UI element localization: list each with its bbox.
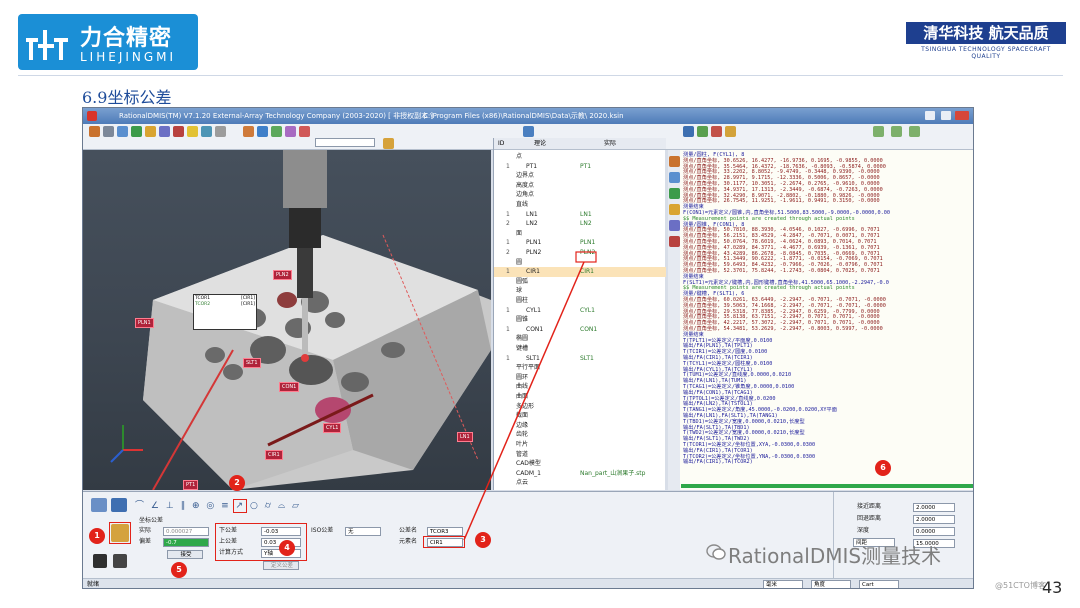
wechat-icon [706,544,726,560]
annotation-arrow [463,251,597,541]
page-number: 43 [1042,578,1063,597]
watermark-text: RationalDMIS测量技术 [728,544,942,568]
watermark-source: @51CTO博客 [995,581,1046,590]
